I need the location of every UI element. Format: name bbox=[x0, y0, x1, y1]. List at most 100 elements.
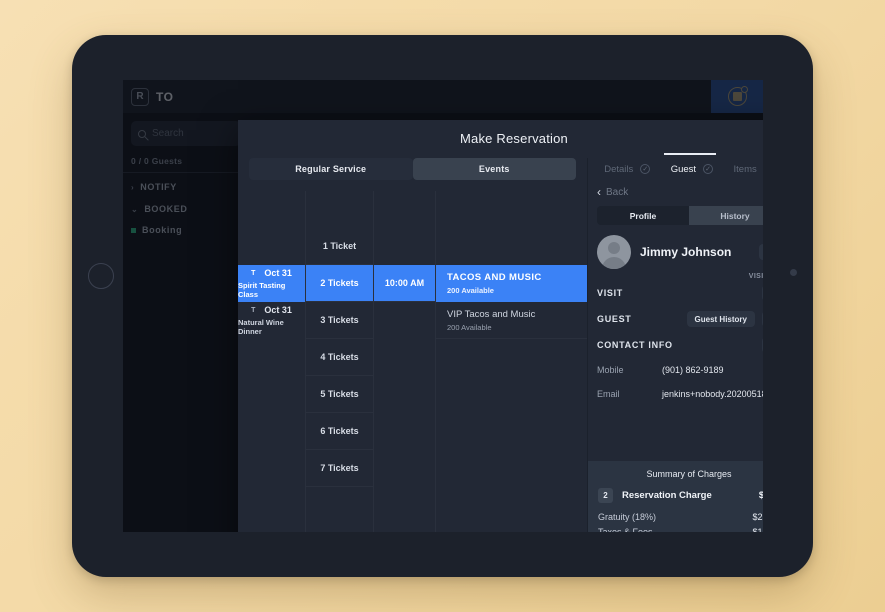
event-name: Spirit Tasting Class bbox=[238, 281, 305, 299]
contact-mobile-value[interactable]: (901) 862-9189 bbox=[662, 365, 724, 375]
tab-details[interactable]: Details ✓ bbox=[604, 164, 650, 175]
time-option-1000am[interactable]: 10:00 AM bbox=[374, 265, 435, 302]
tab-items-label: Items bbox=[734, 164, 757, 175]
guest-visits-label: VISITS bbox=[749, 273, 763, 280]
experience-blank-cell bbox=[436, 450, 587, 487]
tab-profile[interactable]: Profile bbox=[597, 206, 689, 225]
tab-regular-service[interactable]: Regular Service bbox=[249, 158, 413, 180]
experience-title: VIP Tacos and Music bbox=[447, 309, 587, 320]
experience-option-tacos-and-music[interactable]: TACOS AND MUSIC 200 Available bbox=[436, 265, 587, 302]
ticket-option-6[interactable]: 6 Tickets bbox=[306, 413, 373, 450]
tab-history[interactable]: History bbox=[689, 206, 763, 225]
add-guest-button[interactable]: + bbox=[762, 311, 763, 327]
summary-main-line: 2 Reservation Charge $140 bbox=[598, 488, 763, 503]
page-title: Make Reservation bbox=[238, 131, 763, 146]
section-contact-info: CONTACT INFO + bbox=[588, 332, 763, 358]
experience-blank-cell bbox=[436, 376, 587, 413]
contact-email-value[interactable]: jenkins+nobody.20200518... bbox=[662, 389, 763, 399]
section-contact-info-label: CONTACT INFO bbox=[597, 340, 762, 350]
tickets-column: 1 Ticket 2 Tickets 3 Tickets 4 Tickets 5… bbox=[306, 191, 374, 532]
ticket-type-icon: T bbox=[251, 270, 255, 277]
section-guest: GUEST Guest History + bbox=[588, 306, 763, 332]
events-blank-cell bbox=[238, 191, 305, 228]
ticket-option-1[interactable]: 1 Ticket bbox=[306, 228, 373, 265]
tab-details-label: Details bbox=[604, 164, 633, 175]
tab-events[interactable]: Events bbox=[413, 158, 577, 180]
ticket-option-5[interactable]: 5 Tickets bbox=[306, 376, 373, 413]
add-visit-button[interactable]: + bbox=[762, 285, 763, 301]
time-blank-cell bbox=[374, 450, 435, 487]
tablet-home-button[interactable] bbox=[88, 263, 114, 289]
tablet-screen: R TO Search 0 / 0 Guests › NOTIFY ⌄ bbox=[123, 80, 763, 532]
ticket-option-4[interactable]: 4 Tickets bbox=[306, 339, 373, 376]
guest-more-options-button[interactable]: ••• bbox=[759, 244, 763, 260]
experience-blank-cell bbox=[436, 413, 587, 450]
events-blank-cell bbox=[238, 376, 305, 413]
experience-blank-cell bbox=[436, 228, 587, 265]
make-reservation-modal: Make Reservation × Regular Service Event… bbox=[238, 120, 763, 532]
experience-availability: 200 Available bbox=[447, 286, 587, 295]
wizard-steps: Details ✓ Guest ✓ Items ✓ bbox=[588, 158, 763, 180]
section-visit: VISIT + bbox=[588, 280, 763, 306]
back-button[interactable]: ‹ Back bbox=[588, 180, 763, 204]
contact-row-email: Email jenkins+nobody.20200518... bbox=[588, 382, 763, 406]
experience-title: TACOS AND MUSIC bbox=[447, 272, 587, 283]
ticket-type-icon: T bbox=[251, 307, 255, 314]
summary-quantity: 2 bbox=[598, 488, 613, 503]
summary-of-charges: Summary of Charges 2 Reservation Charge … bbox=[588, 461, 763, 532]
check-circle-icon: ✓ bbox=[640, 164, 650, 174]
guest-visits: VISITS 1 bbox=[588, 269, 763, 280]
modal-body: Regular Service Events T Oct 31 bbox=[238, 158, 763, 532]
event-option-natural-wine-dinner[interactable]: T Oct 31 Natural Wine Dinner bbox=[238, 302, 305, 339]
experience-option-vip-tacos-and-music[interactable]: VIP Tacos and Music 200 Available bbox=[436, 302, 587, 339]
section-guest-label: GUEST bbox=[597, 314, 687, 324]
time-blank-cell bbox=[374, 339, 435, 376]
summary-taxes-amount: $12.25 bbox=[752, 527, 763, 532]
back-button-label: Back bbox=[606, 187, 628, 198]
tab-guest[interactable]: Guest ✓ bbox=[671, 164, 713, 175]
event-option-spirit-tasting-class[interactable]: T Oct 31 Spirit Tasting Class bbox=[238, 265, 305, 302]
summary-main-label: Reservation Charge bbox=[622, 490, 759, 501]
event-date: Oct 31 bbox=[264, 305, 292, 315]
add-contact-info-button[interactable]: + bbox=[762, 337, 763, 353]
event-date: Oct 31 bbox=[264, 268, 292, 278]
time-blank-cell bbox=[374, 413, 435, 450]
event-name: Natural Wine Dinner bbox=[238, 318, 305, 336]
guest-panel: Details ✓ Guest ✓ Items ✓ ‹ bbox=[588, 158, 763, 532]
experience-blank-cell bbox=[436, 191, 587, 228]
contact-email-label: Email bbox=[597, 389, 662, 399]
chevron-left-icon: ‹ bbox=[597, 185, 601, 199]
time-blank-cell bbox=[374, 376, 435, 413]
experience-blank-cell bbox=[436, 339, 587, 376]
tickets-blank-cell bbox=[306, 191, 373, 228]
contact-row-mobile: Mobile (901) 862-9189 bbox=[588, 358, 763, 382]
service-type-segmented-control: Regular Service Events bbox=[238, 158, 587, 180]
profile-history-toggle: Profile History bbox=[597, 206, 763, 225]
tablet-frame: R TO Search 0 / 0 Guests › NOTIFY ⌄ bbox=[72, 35, 813, 577]
guest-history-button[interactable]: Guest History bbox=[687, 311, 755, 327]
tab-guest-label: Guest bbox=[671, 164, 696, 175]
time-blank-cell bbox=[374, 191, 435, 228]
contact-mobile-label: Mobile bbox=[597, 365, 662, 375]
summary-gratuity-label: Gratuity (18%) bbox=[598, 512, 752, 522]
summary-title: Summary of Charges bbox=[598, 469, 763, 479]
active-step-underline bbox=[664, 153, 716, 155]
guest-name: Jimmy Johnson bbox=[640, 245, 759, 259]
reservation-picker: Regular Service Events T Oct 31 bbox=[238, 158, 588, 532]
events-blank-cell bbox=[238, 339, 305, 376]
tab-items[interactable]: Items ✓ bbox=[734, 164, 763, 175]
experience-availability: 200 Available bbox=[447, 323, 587, 332]
events-blank-cell bbox=[238, 450, 305, 487]
ticket-option-3[interactable]: 3 Tickets bbox=[306, 302, 373, 339]
time-blank-cell bbox=[374, 228, 435, 265]
section-visit-label: VISIT bbox=[597, 288, 762, 298]
summary-main-amount: $140 bbox=[759, 490, 763, 501]
ticket-option-2[interactable]: 2 Tickets bbox=[306, 265, 373, 302]
events-column: T Oct 31 Spirit Tasting Class T Oct 31 bbox=[238, 191, 306, 532]
guest-header: Jimmy Johnson ••• bbox=[588, 225, 763, 269]
tablet-camera-dot bbox=[790, 269, 797, 276]
summary-line-gratuity: Gratuity (18%) $25.20 bbox=[598, 512, 763, 522]
summary-taxes-label: Taxes & Fees bbox=[598, 527, 752, 532]
experiences-column: TACOS AND MUSIC 200 Available VIP Tacos … bbox=[436, 191, 587, 532]
ticket-option-7[interactable]: 7 Tickets bbox=[306, 450, 373, 487]
